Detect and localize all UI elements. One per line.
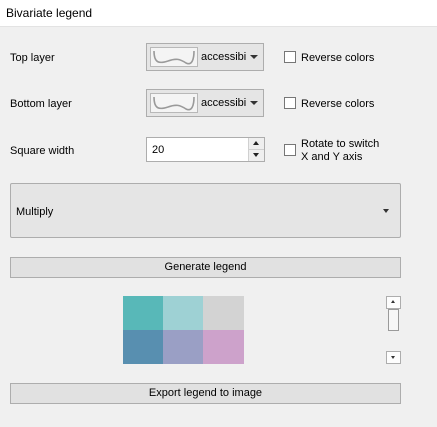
blend-mode-combo[interactable]: Multiply bbox=[10, 183, 401, 238]
scroll-down-button[interactable] bbox=[386, 351, 401, 364]
title-bar: Bivariate legend bbox=[0, 0, 437, 27]
bottom-layer-label: Bottom layer bbox=[10, 98, 72, 110]
top-layer-label: Top layer bbox=[10, 52, 55, 64]
arrow-down-icon bbox=[391, 356, 395, 359]
legend-cell bbox=[123, 296, 163, 330]
legend-cell bbox=[203, 330, 244, 364]
legend-cell bbox=[203, 296, 244, 330]
bottom-layer-reverse-label: Reverse colors bbox=[301, 98, 375, 110]
rotate-label-line1: Rotate to switch bbox=[301, 138, 380, 150]
arrow-down-icon bbox=[253, 153, 259, 157]
arrow-up-icon bbox=[391, 300, 395, 303]
scroll-thumb[interactable] bbox=[388, 309, 399, 331]
square-width-label: Square width bbox=[10, 145, 75, 157]
spin-up-button[interactable] bbox=[249, 138, 264, 150]
ramp-preview-icon bbox=[150, 47, 198, 67]
title-divider bbox=[0, 26, 437, 27]
generate-legend-button[interactable]: Generate legend bbox=[10, 257, 401, 278]
rotate-label-line2: X and Y axis bbox=[301, 151, 363, 163]
square-width-value: 20 bbox=[152, 144, 165, 156]
chevron-down-icon bbox=[250, 101, 258, 105]
bottom-layer-combo-text: accessibi bbox=[201, 97, 247, 109]
legend-preview bbox=[123, 296, 244, 364]
window-title: Bivariate legend bbox=[6, 6, 93, 20]
legend-cell bbox=[163, 330, 203, 364]
ramp-preview-icon bbox=[150, 93, 198, 113]
top-layer-combo-text: accessibi bbox=[201, 51, 247, 63]
scroll-up-button[interactable] bbox=[386, 296, 401, 309]
legend-cell bbox=[163, 296, 203, 330]
legend-scrollbar[interactable] bbox=[386, 296, 401, 364]
square-width-spinbox[interactable]: 20 bbox=[146, 137, 265, 162]
spin-buttons bbox=[248, 138, 264, 161]
blend-mode-selected: Multiply bbox=[16, 206, 54, 218]
legend-cell bbox=[123, 330, 163, 364]
arrow-up-icon bbox=[253, 141, 259, 145]
top-layer-reverse-label: Reverse colors bbox=[301, 52, 375, 64]
rotate-axis-checkbox[interactable] bbox=[284, 144, 296, 156]
export-legend-button[interactable]: Export legend to image bbox=[10, 383, 401, 404]
spin-down-button[interactable] bbox=[249, 150, 264, 161]
bottom-layer-reverse-checkbox[interactable] bbox=[284, 97, 296, 109]
top-layer-combo[interactable]: accessibi bbox=[146, 43, 264, 71]
bottom-layer-combo[interactable]: accessibi bbox=[146, 89, 264, 117]
chevron-down-icon bbox=[250, 55, 258, 59]
top-layer-reverse-checkbox[interactable] bbox=[284, 51, 296, 63]
chevron-down-icon bbox=[383, 209, 389, 213]
